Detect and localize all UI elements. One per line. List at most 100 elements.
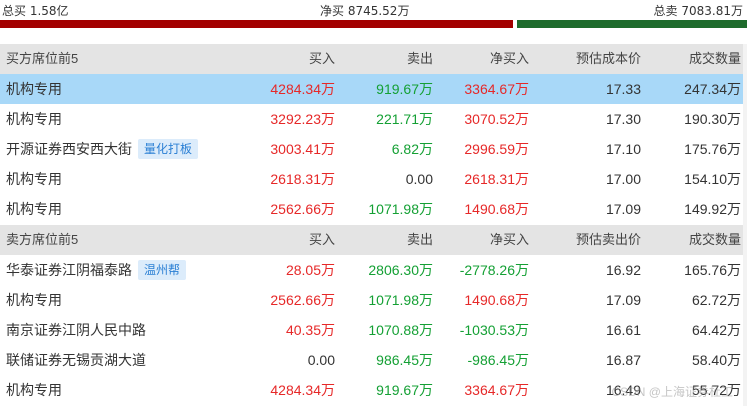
- seat-name: 机构专用: [6, 164, 62, 194]
- header-seat[interactable]: 买方席位前5: [6, 44, 78, 74]
- sell-amount-text: 1071.98万: [368, 292, 433, 308]
- seat-name-text: 机构专用: [6, 111, 62, 127]
- seat-name-text: 机构专用: [6, 81, 62, 97]
- table-row[interactable]: 机构专用 2562.66万 1071.98万 1490.68万 17.09 149.92万: [0, 194, 747, 224]
- seat-name-text: 南京证券江阴人民中路: [6, 322, 146, 338]
- net-amount-text: 3070.52万: [464, 111, 529, 127]
- volume: 165.76万: [684, 255, 741, 285]
- sell-amount: 221.71万: [376, 104, 433, 134]
- header-sell[interactable]: 卖出: [407, 44, 433, 74]
- seat-tag-badge[interactable]: 量化打板: [138, 139, 199, 160]
- price: 17.09: [606, 285, 641, 315]
- price-text: 16.61: [605, 322, 641, 338]
- table-header: 买方席位前5 买入 卖出 净买入 预估成本价 成交数量: [0, 44, 747, 74]
- seat-name: 开源证券西安西大街 量化打板: [6, 134, 199, 164]
- sell-amount: 1071.98万: [368, 285, 433, 315]
- price: 17.10: [606, 134, 641, 164]
- header-net[interactable]: 净买入: [490, 44, 529, 74]
- volume: 154.10万: [684, 164, 741, 194]
- sell-seats-table: 卖方席位前5 买入 卖出 净买入 预估卖出价 成交数量 华泰证券江阴福泰路 温州帮…: [0, 225, 747, 405]
- volume-text: 62.72万: [691, 292, 741, 308]
- net-amount-text: -986.45万: [467, 352, 529, 368]
- buy-amount-text: 0.00: [307, 352, 335, 368]
- table-row[interactable]: 机构专用 2618.31万 0.00 2618.31万 17.00 154.10万: [0, 164, 747, 194]
- price: 17.30: [606, 104, 641, 134]
- sell-amount: 6.82万: [392, 134, 433, 164]
- net-amount: 2996.59万: [464, 134, 529, 164]
- seat-name: 机构专用: [6, 74, 62, 104]
- price-text: 17.33: [605, 81, 641, 97]
- sell-amount: 1071.98万: [368, 194, 433, 224]
- header-sell[interactable]: 卖出: [407, 225, 433, 255]
- seat-name-text: 机构专用: [6, 171, 62, 187]
- volume: 149.92万: [684, 194, 741, 224]
- sell-amount-text: 919.67万: [376, 81, 433, 97]
- price-text: 17.10: [605, 141, 641, 157]
- table-row[interactable]: 华泰证券江阴福泰路 温州帮 28.05万 2806.30万 -2778.26万 16.92…: [0, 255, 747, 285]
- net-amount-text: -1030.53万: [459, 322, 529, 338]
- header-buy[interactable]: 买入: [309, 225, 335, 255]
- volume-text: 165.76万: [684, 262, 741, 278]
- volume: 64.42万: [692, 315, 741, 345]
- header-volume[interactable]: 成交数量: [689, 44, 741, 74]
- price-text: 17.30: [605, 111, 641, 127]
- sell-amount-text: 1071.98万: [368, 201, 433, 217]
- net-amount-text: 3364.67万: [464, 81, 529, 97]
- header-price[interactable]: 预估卖出价: [576, 225, 641, 255]
- sell-amount-text: 1070.88万: [368, 322, 433, 338]
- header-net[interactable]: 净买入: [490, 225, 529, 255]
- sell-amount: 0.00: [406, 164, 433, 194]
- header-volume[interactable]: 成交数量: [689, 225, 741, 255]
- price: 16.61: [606, 315, 641, 345]
- table-row[interactable]: 机构专用 2562.66万 1071.98万 1490.68万 17.09 62.72万: [0, 285, 747, 315]
- buy-amount: 40.35万: [286, 315, 335, 345]
- total-buy-label: 总买 1.58亿: [2, 4, 69, 18]
- seat-name-text: 机构专用: [6, 292, 62, 308]
- table-row[interactable]: 机构专用 4284.34万 919.67万 3364.67万 17.33 247.34万: [0, 74, 747, 104]
- table-row[interactable]: 联储证券无锡贡湖大道 0.00 986.45万 -986.45万 16.87 58.40万: [0, 345, 747, 375]
- net-amount: 2618.31万: [464, 164, 529, 194]
- net-amount: -986.45万: [468, 345, 529, 375]
- net-amount: 1490.68万: [464, 285, 529, 315]
- buy-seats-table: 买方席位前5 买入 卖出 净买入 预估成本价 成交数量 机构专用 4284.34万…: [0, 44, 747, 224]
- seat-name: 机构专用: [6, 285, 62, 315]
- buy-amount-text: 40.35万: [285, 322, 335, 338]
- seat-name: 南京证券江阴人民中路: [6, 315, 146, 345]
- buy-amount-text: 3292.23万: [270, 111, 335, 127]
- sell-amount: 919.67万: [376, 375, 433, 405]
- volume: 247.34万: [684, 74, 741, 104]
- buy-amount-text: 2618.31万: [270, 171, 335, 187]
- buy-amount: 28.05万: [286, 255, 335, 285]
- sell-amount-text: 919.67万: [376, 382, 433, 398]
- net-amount: -2778.26万: [460, 255, 529, 285]
- net-amount: 3364.67万: [464, 375, 529, 405]
- seat-name-text: 华泰证券江阴福泰路: [6, 262, 132, 278]
- table-row[interactable]: 南京证券江阴人民中路 40.35万 1070.88万 -1030.53万 16.61 64…: [0, 315, 747, 345]
- seat-name-text: 开源证券西安西大街: [6, 141, 132, 157]
- volume-text: 190.30万: [684, 111, 741, 127]
- buy-amount-text: 3003.41万: [270, 141, 335, 157]
- volume-text: 149.92万: [684, 201, 741, 217]
- scrollbar[interactable]: [743, 44, 747, 406]
- buy-rows: 机构专用 4284.34万 919.67万 3364.67万 17.33 247.34万机…: [0, 74, 747, 224]
- net-amount-text: 1490.68万: [464, 201, 529, 217]
- header-price[interactable]: 预估成本价: [576, 44, 641, 74]
- volume-text: 175.76万: [684, 141, 741, 157]
- net-amount-text: 2996.59万: [464, 141, 529, 157]
- total-sell-label: 总卖 7083.81万: [653, 4, 743, 18]
- buy-amount: 2618.31万: [270, 164, 335, 194]
- seat-tag-badge[interactable]: 温州帮: [138, 260, 187, 281]
- header-buy[interactable]: 买入: [309, 44, 335, 74]
- buy-amount: 4284.34万: [270, 375, 335, 405]
- sell-amount: 2806.30万: [368, 255, 433, 285]
- header-seat[interactable]: 卖方席位前5: [6, 225, 78, 255]
- net-buy-label: 净买 8745.52万: [320, 4, 410, 18]
- buy-amount: 3003.41万: [270, 134, 335, 164]
- price: 16.87: [606, 345, 641, 375]
- seat-name: 机构专用: [6, 104, 62, 134]
- volume-text: 64.42万: [691, 322, 741, 338]
- buy-amount: 2562.66万: [270, 285, 335, 315]
- table-row[interactable]: 开源证券西安西大街 量化打板 3003.41万 6.82万 2996.59万 17.10 1…: [0, 134, 747, 164]
- table-row[interactable]: 机构专用 3292.23万 221.71万 3070.52万 17.30 190.30万: [0, 104, 747, 134]
- sell-amount-text: 221.71万: [376, 111, 433, 127]
